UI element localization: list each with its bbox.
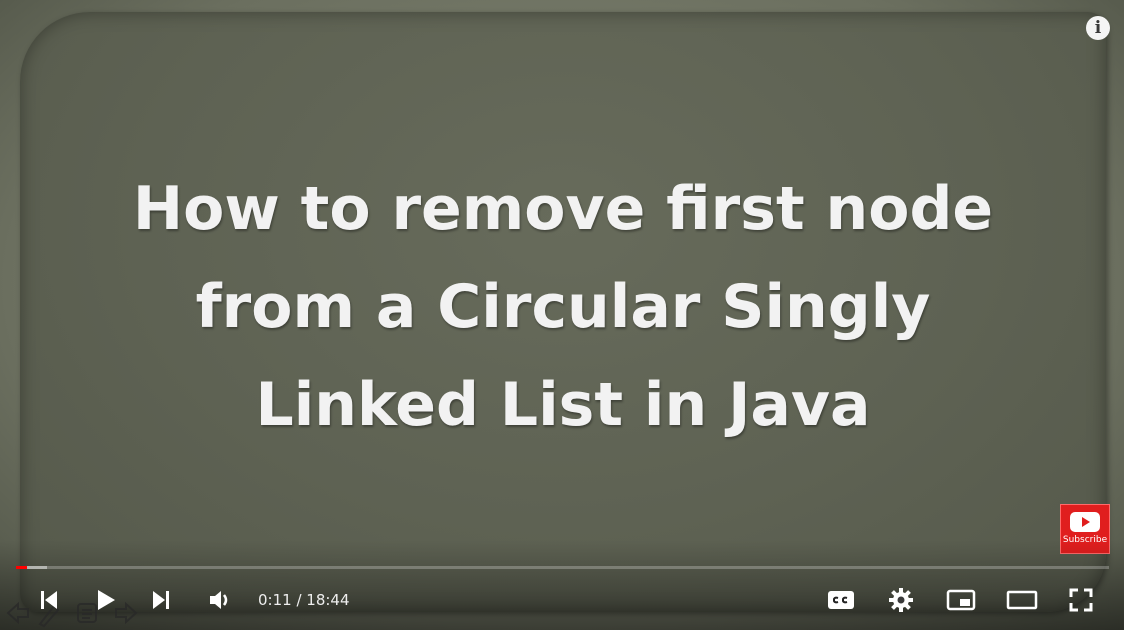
previous-icon bbox=[41, 591, 57, 609]
settings-button[interactable] bbox=[884, 580, 918, 620]
youtube-logo-icon bbox=[1070, 512, 1100, 532]
slide-title: How to remove first node from a Circular… bbox=[20, 160, 1106, 454]
theater-mode-button[interactable] bbox=[1004, 580, 1040, 620]
slide-title-line-3: Linked List in Java bbox=[255, 370, 871, 440]
settings-icon bbox=[889, 588, 913, 612]
slide-title-line-2: from a Circular Singly bbox=[195, 272, 931, 342]
slide-title-line-1: How to remove first node bbox=[132, 174, 994, 244]
fullscreen-button[interactable] bbox=[1064, 580, 1098, 620]
fullscreen-icon bbox=[1069, 588, 1093, 612]
previous-button[interactable] bbox=[34, 580, 64, 620]
miniplayer-icon bbox=[946, 589, 976, 611]
theater-mode-icon bbox=[1006, 590, 1038, 610]
next-button[interactable] bbox=[146, 580, 176, 620]
time-display: 0:11 / 18:44 bbox=[258, 591, 350, 609]
play-icon bbox=[98, 590, 115, 610]
video-player[interactable]: How to remove first node from a Circular… bbox=[0, 0, 1124, 630]
player-controls: 0:11 / 18:44 bbox=[0, 580, 1124, 620]
miniplayer-button[interactable] bbox=[944, 580, 978, 620]
volume-button[interactable] bbox=[204, 580, 236, 620]
volume-icon bbox=[210, 591, 228, 609]
subtitles-icon bbox=[828, 591, 854, 609]
info-icon[interactable]: i bbox=[1086, 16, 1110, 40]
play-button[interactable] bbox=[90, 580, 122, 620]
progress-bar[interactable] bbox=[16, 566, 1109, 569]
next-icon bbox=[153, 591, 169, 609]
progress-played bbox=[16, 566, 27, 569]
subtitles-button[interactable] bbox=[824, 580, 858, 620]
